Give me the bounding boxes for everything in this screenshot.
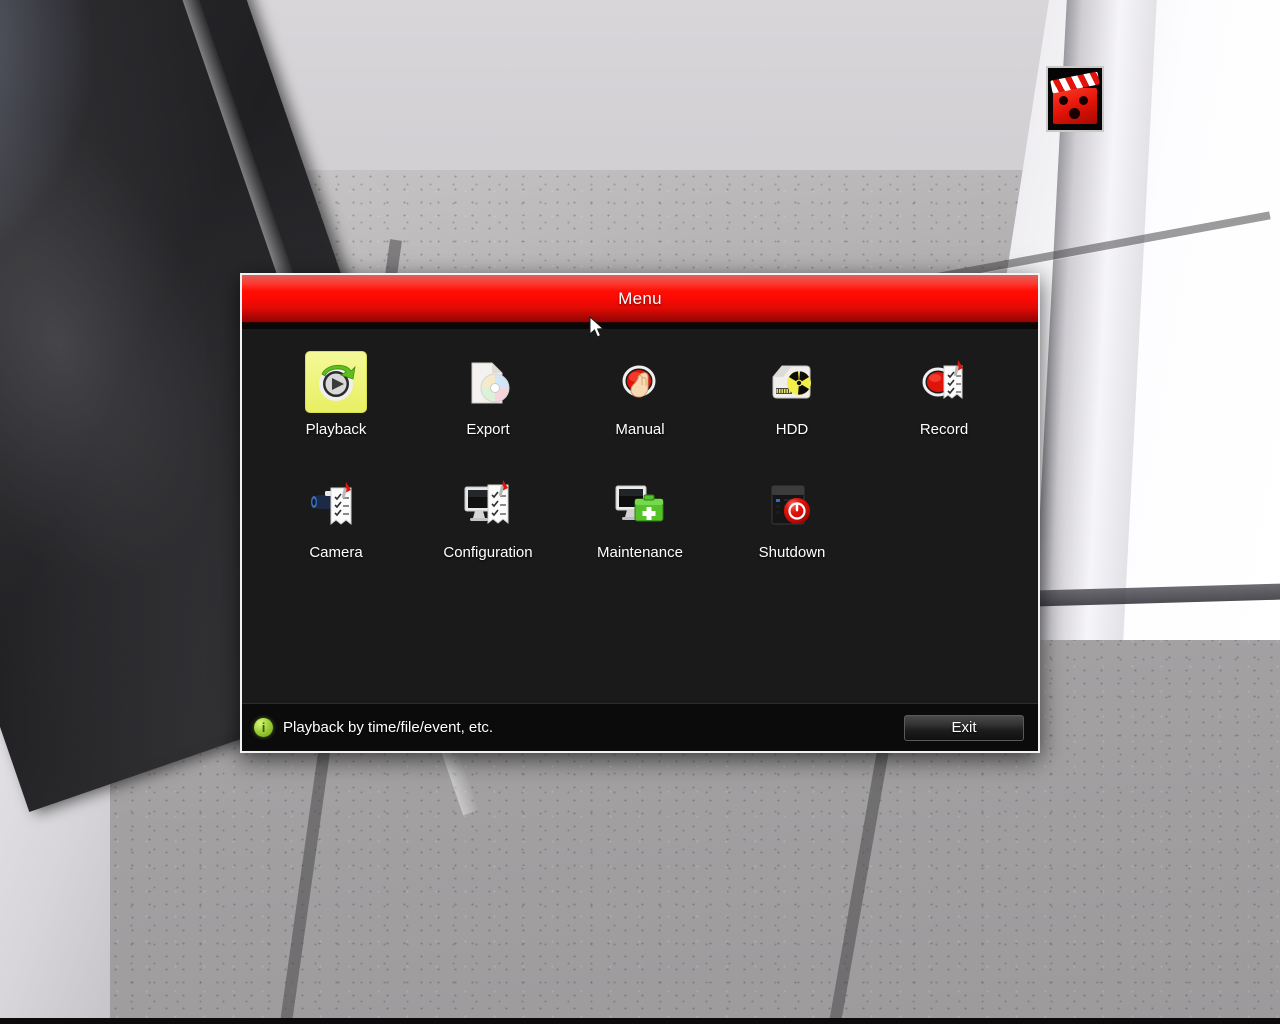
shutdown-icon [771,485,810,525]
menu-item-label: Export [466,421,510,438]
menu-item-label: Playback [305,421,367,438]
camera-icon-frame [305,474,367,536]
menu-icon-grid: Playback Export Manual HDD Record Camera… [242,329,1038,703]
hdd-icon-frame [761,351,823,413]
recording-clapperboard-icon [1046,66,1104,132]
status-hint-text: Playback by time/file/event, etc. [283,719,494,736]
manual-icon-frame [609,351,671,413]
menu-dialog: Menu Playback Export Manual HDD Record C… [240,273,1040,753]
configuration-icon-frame [457,474,519,536]
menu-item-record[interactable]: Record [868,351,1020,438]
record-icon-frame [913,351,975,413]
menu-item-label: HDD [775,421,809,438]
page-title: Menu [618,288,662,308]
menu-item-label: Camera [309,544,363,561]
export-icon [471,362,510,404]
menu-item-manual[interactable]: Manual [564,351,716,438]
menu-item-export[interactable]: Export [412,351,564,438]
dialog-title-bar: Menu [242,275,1038,323]
playback-icon-frame [305,351,367,413]
menu-item-label: Record [919,421,969,438]
menu-item-shutdown[interactable]: Shutdown [716,474,868,561]
record-icon [922,360,963,400]
manual-icon [622,365,656,398]
menu-item-maintenance[interactable]: Maintenance [564,474,716,561]
configuration-icon [464,480,509,525]
menu-cell-empty [868,474,1020,561]
camera-icon [311,482,352,526]
menu-item-camera[interactable]: Camera [260,474,412,561]
shutdown-icon-frame [761,474,823,536]
menu-item-hdd[interactable]: HDD [716,351,868,438]
menu-row-2: Camera Configuration Maintenance Shutdow… [260,474,1020,561]
playback-icon [319,364,356,401]
bottom-black-bar [0,1018,1280,1024]
menu-row-1: Playback Export Manual HDD Record [260,351,1020,438]
menu-item-label: Manual [615,421,665,438]
menu-item-label: Maintenance [597,544,683,561]
screen: Menu Playback Export Manual HDD Record C… [0,0,1280,1024]
hdd-icon [772,365,811,399]
menu-item-label: Shutdown [758,544,826,561]
export-icon-frame [457,351,519,413]
dialog-status-bar: i Playback by time/file/event, etc. Exit [242,703,1038,751]
menu-item-playback[interactable]: Playback [260,351,412,438]
info-icon: i [254,718,273,737]
menu-item-label: Configuration [443,544,533,561]
menu-item-configuration[interactable]: Configuration [412,474,564,561]
maintenance-icon-frame [609,474,671,536]
maintenance-icon [615,485,664,522]
exit-button[interactable]: Exit [904,714,1024,741]
